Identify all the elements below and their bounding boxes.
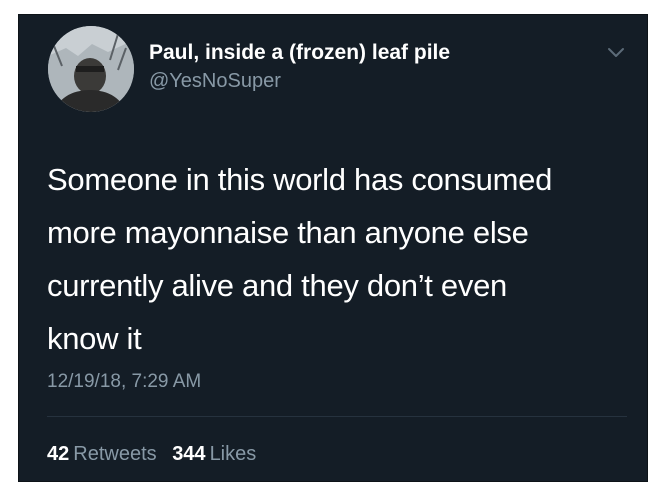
avatar[interactable] [48,26,134,112]
tweet-text-line: currently alive and they don’t even [47,268,507,303]
author-handle[interactable]: @YesNoSuper [149,70,281,93]
likes-count: 344 [172,443,206,465]
tweet-timestamp[interactable]: 12/19/18, 7:29 AM [47,371,201,393]
likes-label: Likes [209,443,257,465]
tweet-stats: 42 Retweets 344 Likes [47,443,266,466]
tweet-text: Someone in this world has consumed more … [47,153,632,365]
divider [47,416,627,417]
tweet-text-line: Someone in this world has consumed [47,162,553,197]
retweets-count: 42 [47,443,70,465]
tweet-text-line: know it [47,321,142,356]
chevron-down-icon[interactable] [605,45,627,61]
tweet-text-line: more mayonnaise than anyone else [47,215,529,250]
author-display-name[interactable]: Paul, inside a (frozen) leaf pile [149,41,450,65]
tweet-card: Paul, inside a (frozen) leaf pile @YesNo… [18,14,648,482]
retweets-label: Retweets [73,443,157,465]
retweets-stat[interactable]: 42 Retweets [47,443,157,466]
likes-stat[interactable]: 344 Likes [172,443,256,466]
profile-photo-icon [48,26,134,112]
